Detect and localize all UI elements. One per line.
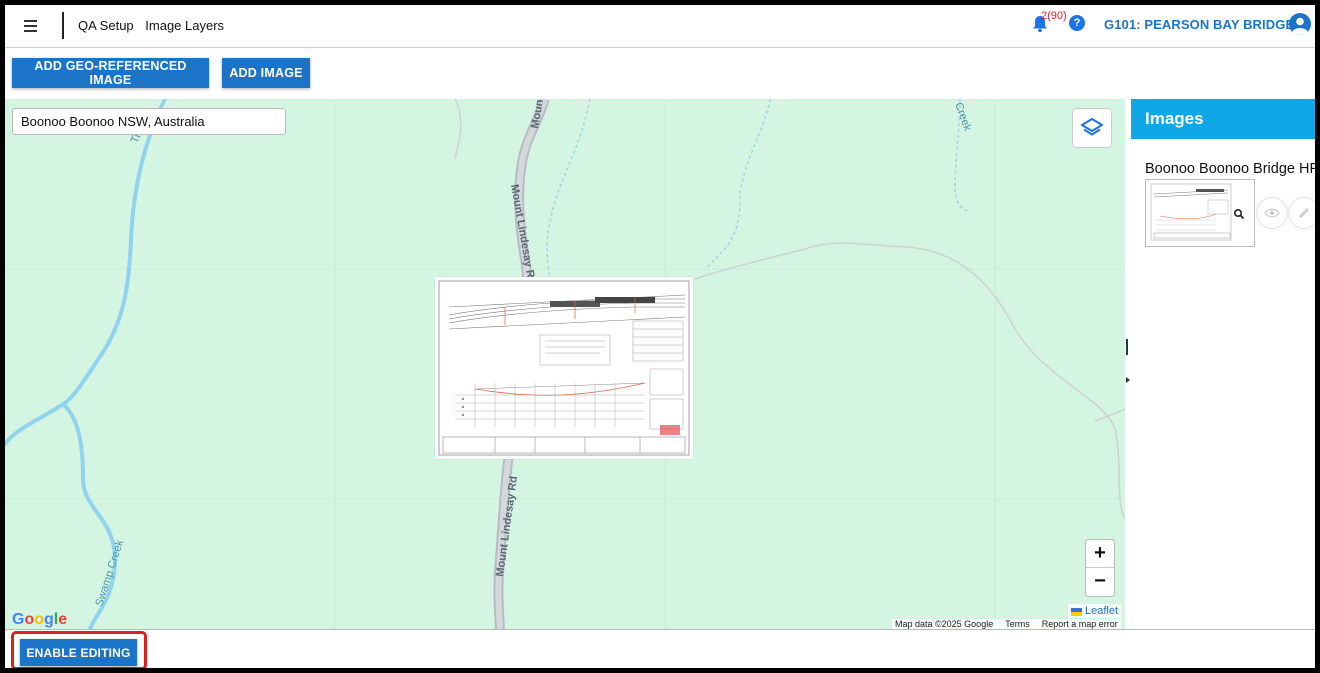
google-logo: Google [12, 611, 68, 628]
creek-label-top-right: Creek [952, 101, 973, 133]
location-search-input[interactable]: Boonoo Boonoo NSW, Australia [12, 108, 286, 135]
layers-button[interactable] [1072, 108, 1112, 148]
image-item-name: Boonoo Boonoo Bridge HF [1145, 161, 1315, 177]
breadcrumb: QA Setup Image Layers [78, 18, 232, 33]
report-map-error-link[interactable]: Report a map error [1042, 619, 1118, 629]
toggle-visibility-button[interactable] [1256, 197, 1288, 229]
leaflet-attribution: Leaflet [1068, 604, 1122, 618]
images-panel: Images Boonoo Boonoo Bridge HF [1131, 99, 1315, 629]
zoom-control: + − [1085, 539, 1115, 597]
magnify-icon[interactable] [1233, 208, 1245, 220]
header-divider [62, 12, 64, 39]
map-attribution: Map data ©2025 Google Terms Report a map… [892, 619, 1121, 629]
pencil-icon [1299, 208, 1309, 218]
add-geo-referenced-image-button[interactable]: ADD GEO-REFERENCED IMAGE [12, 58, 209, 88]
drawing-image [438, 280, 690, 456]
breadcrumb-image-layers: Image Layers [145, 18, 225, 33]
user-icon [1292, 17, 1308, 35]
help-icon[interactable]: ? [1069, 15, 1085, 31]
layers-icon [1081, 118, 1103, 136]
map-data-text: Map data ©2025 Google [895, 619, 994, 629]
breadcrumb-qa-setup[interactable]: QA Setup [78, 18, 134, 33]
project-selector[interactable]: G101: PEARSON BAY BRIDGE [1104, 17, 1294, 32]
app-window: QA Setup Image Layers 2(90) ? G101: PEAR… [5, 5, 1315, 668]
toolbar: ADD GEO-REFERENCED IMAGE ADD IMAGE [5, 48, 1315, 98]
terms-link[interactable]: Terms [1005, 619, 1030, 629]
eye-icon [1264, 208, 1280, 218]
menu-icon[interactable] [21, 16, 41, 36]
images-panel-title: Images [1131, 99, 1315, 139]
enable-editing-button[interactable]: ENABLE EDITING [20, 639, 137, 666]
ukraine-flag-icon [1071, 607, 1082, 616]
edit-image-button[interactable] [1288, 197, 1315, 229]
avatar[interactable] [1289, 13, 1311, 35]
leaflet-link[interactable]: Leaflet [1085, 605, 1118, 617]
notification-count: 2(90) [1041, 10, 1067, 22]
map-view[interactable]: Mount Mount Lindesay Rd Mount Lindesay R… [5, 99, 1125, 629]
top-app-bar: QA Setup Image Layers 2(90) ? G101: PEAR… [5, 5, 1315, 48]
zoom-in-button[interactable]: + [1086, 540, 1114, 568]
geo-referenced-image-overlay[interactable] [435, 277, 693, 459]
creek-label-left: Swamp Creek [93, 538, 126, 608]
zoom-out-button[interactable]: − [1086, 568, 1114, 596]
add-image-button[interactable]: ADD IMAGE [222, 58, 310, 88]
footer-bar: ENABLE EDITING [5, 629, 1315, 668]
